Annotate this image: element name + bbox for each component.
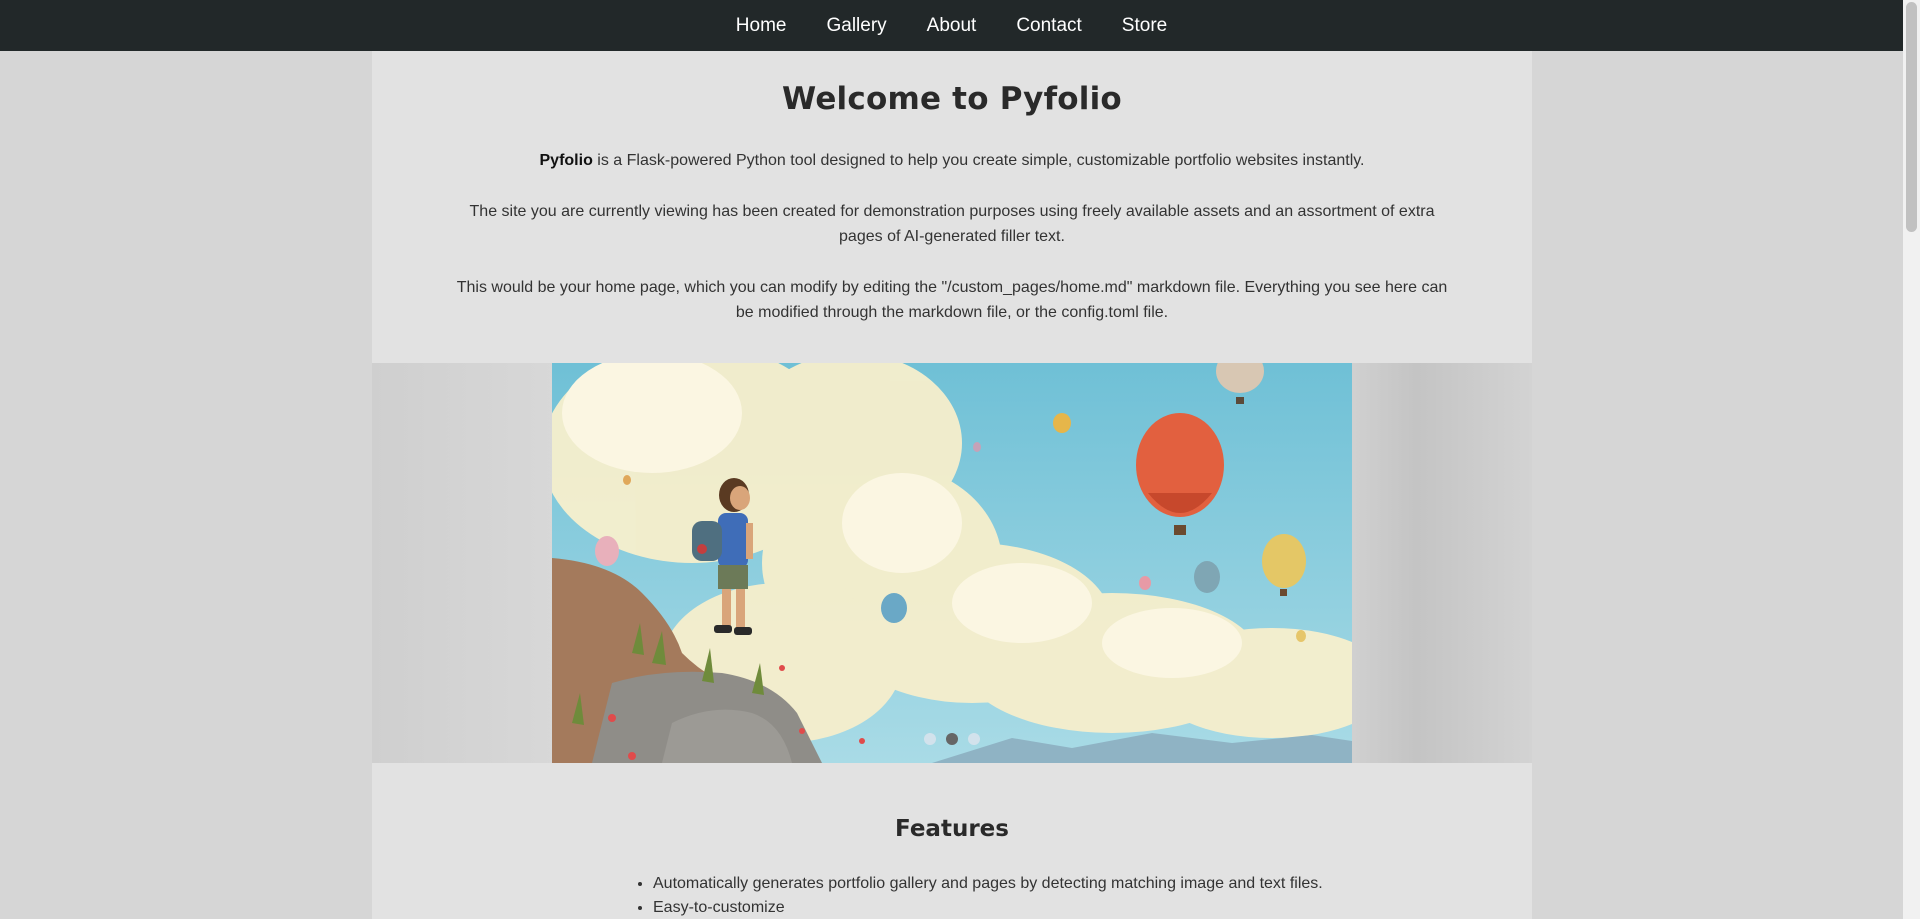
nav-home[interactable]: Home — [716, 0, 807, 51]
list-item: Easy-to-customize — [653, 896, 1532, 919]
intro-paragraph-2: The site you are currently viewing has b… — [469, 203, 1435, 245]
features-section: Features Automatically generates portfol… — [372, 763, 1532, 919]
slideshow — [372, 363, 1532, 763]
brand-name: Pyfolio — [539, 152, 593, 169]
balloon-scene-illustration — [552, 363, 1352, 763]
intro-section: Welcome to Pyfolio Pyfolio is a Flask-po… — [372, 51, 1532, 363]
slide-image[interactable] — [552, 363, 1352, 763]
nav-gallery[interactable]: Gallery — [806, 0, 906, 51]
features-list: Automatically generates portfolio galler… — [633, 872, 1532, 919]
nav-store[interactable]: Store — [1102, 0, 1187, 51]
slideshow-dots — [552, 733, 1352, 745]
nav-about[interactable]: About — [907, 0, 997, 51]
page-title: Welcome to Pyfolio — [782, 81, 1122, 117]
slide-dot-2[interactable] — [946, 733, 958, 745]
page: Home Gallery About Contact Store Welcome… — [0, 0, 1920, 919]
top-nav: Home Gallery About Contact Store — [0, 0, 1903, 51]
intro-paragraph-1-text: is a Flask-powered Python tool designed … — [592, 152, 1365, 169]
intro-paragraph-1: Pyfolio is a Flask-powered Python tool d… — [452, 148, 1452, 173]
intro-paragraph-3: This would be your home page, which you … — [456, 279, 1448, 321]
nav-contact[interactable]: Contact — [996, 0, 1101, 51]
slide-dot-3[interactable] — [968, 733, 980, 745]
scrollbar-thumb[interactable] — [1906, 2, 1917, 232]
vertical-scrollbar[interactable] — [1903, 0, 1920, 919]
list-item: Automatically generates portfolio galler… — [653, 872, 1532, 896]
features-title: Features — [895, 816, 1009, 842]
slide-dot-1[interactable] — [924, 733, 936, 745]
